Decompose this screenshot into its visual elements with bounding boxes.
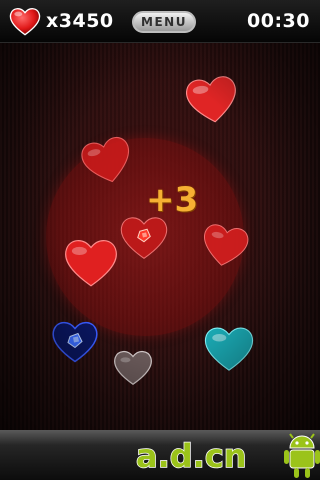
menu-button-label: MENU — [141, 15, 187, 29]
score-counter: x3450 — [46, 10, 114, 32]
watermark-text: a.d.cn — [136, 437, 247, 475]
vignette — [0, 43, 320, 430]
android-robot-icon — [284, 433, 320, 478]
playfield[interactable]: +3 — [0, 43, 320, 430]
hud-bar: x3450 MENU 00:30 — [0, 0, 320, 43]
watermark: a.d.cn — [136, 433, 320, 478]
menu-button[interactable]: MENU — [132, 11, 196, 33]
timer: 00:30 — [247, 10, 310, 32]
life-heart-icon — [9, 8, 41, 36]
